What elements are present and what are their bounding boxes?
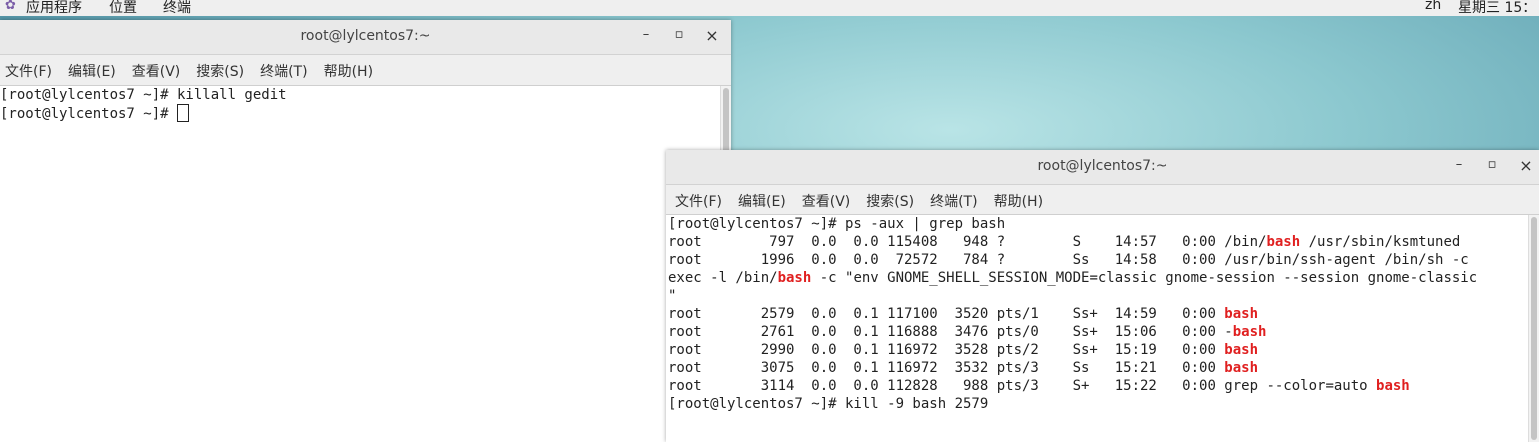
terminal-text: exec -l /bin/ xyxy=(668,270,778,286)
menu-terminal[interactable]: 终端(T) xyxy=(260,61,307,81)
terminal-text: " xyxy=(668,288,677,304)
terminal-line: root 797 0.0 0.0 115408 948 ? S 14:57 0:… xyxy=(668,233,1528,251)
terminal-line: root 3114 0.0 0.0 112828 988 pts/3 S+ 15… xyxy=(668,377,1528,395)
places-menu[interactable]: 位置 xyxy=(109,0,137,16)
window-title: root@lylcentos7:~ xyxy=(300,28,431,44)
window-title: root@lylcentos7:~ xyxy=(1037,158,1168,174)
terminal-text: -c "env GNOME_SHELL_SESSION_MODE=classic… xyxy=(811,270,1478,286)
menu-view[interactable]: 查看(V) xyxy=(802,191,851,211)
menu-edit[interactable]: 编辑(E) xyxy=(68,61,116,81)
terminal-window-back[interactable]: root@lylcentos7:~ – ▫ × 文件(F) 编辑(E) 查看(V) 搜… xyxy=(0,20,731,442)
menu-edit[interactable]: 编辑(E) xyxy=(738,191,786,211)
scrollbar-thumb[interactable] xyxy=(1531,217,1537,440)
grep-match-highlight: bash xyxy=(777,270,812,286)
terminal-line: root 2761 0.0 0.1 116888 3476 pts/0 Ss+ … xyxy=(668,323,1528,341)
terminal-window-front[interactable]: root@lylcentos7:~ – ▫ × 文件(F) 编辑(E) 查看(V) 搜… xyxy=(666,150,1539,442)
menu-terminal[interactable]: 终端(T) xyxy=(930,191,977,211)
menu-search[interactable]: 搜索(S) xyxy=(196,61,244,81)
minimize-icon[interactable]: – xyxy=(638,27,654,42)
terminal-line: [root@lylcentos7 ~]# kill -9 bash 2579 xyxy=(668,395,1528,413)
menu-file[interactable]: 文件(F) xyxy=(5,61,52,81)
grep-match-highlight: bash xyxy=(1266,234,1301,250)
terminal-output[interactable]: [root@lylcentos7 ~]# ps -aux | grep bash… xyxy=(668,215,1528,442)
terminal-line: [root@lylcentos7 ~]# ps -aux | grep bash xyxy=(668,215,1528,233)
text-cursor xyxy=(177,104,190,122)
scrollbar[interactable] xyxy=(1528,215,1539,442)
menu-view[interactable]: 查看(V) xyxy=(132,61,181,81)
terminal-text: /usr/sbin/ksmtuned xyxy=(1300,234,1461,250)
terminal-line: [root@lylcentos7 ~]# killall gedit xyxy=(0,87,287,103)
terminal-output[interactable]: [root@lylcentos7 ~]# killall gedit [root… xyxy=(0,86,720,442)
terminal-text: root 3075 0.0 0.1 116972 3532 pts/3 Ss 1… xyxy=(668,360,1225,376)
terminal-text: root 797 0.0 0.0 115408 948 ? S 14:57 0:… xyxy=(668,234,1267,250)
window-titlebar[interactable]: root@lylcentos7:~ – ▫ × xyxy=(666,150,1539,185)
grep-match-highlight: bash xyxy=(1224,342,1259,358)
grep-match-highlight: bash xyxy=(1376,378,1410,394)
terminal-text: root 2579 0.0 0.1 117100 3520 pts/1 Ss+ … xyxy=(668,306,1225,322)
menu-bar: 文件(F) 编辑(E) 查看(V) 搜索(S) 终端(T) 帮助(H) xyxy=(0,55,731,86)
menu-help[interactable]: 帮助(H) xyxy=(994,191,1043,211)
menu-bar: 文件(F) 编辑(E) 查看(V) 搜索(S) 终端(T) 帮助(H) xyxy=(666,185,1539,215)
maximize-icon[interactable]: ▫ xyxy=(671,27,687,42)
menu-file[interactable]: 文件(F) xyxy=(675,191,722,211)
grep-match-highlight: bash xyxy=(1232,324,1267,340)
terminal-line: root 3075 0.0 0.1 116972 3532 pts/3 Ss 1… xyxy=(668,359,1528,377)
menu-help[interactable]: 帮助(H) xyxy=(324,61,373,81)
terminal-app-menu[interactable]: 终端 xyxy=(163,0,191,16)
terminal-line: " xyxy=(668,287,1528,305)
terminal-text: [root@lylcentos7 ~]# ps -aux | grep bash xyxy=(668,216,1006,232)
terminal-prompt-line: [root@lylcentos7 ~]# xyxy=(0,104,720,122)
terminal-text: root 3114 0.0 0.0 112828 988 pts/3 S+ 15… xyxy=(668,378,1377,394)
top-panel: ✿ 应用程序 位置 终端 zh 星期三 15： xyxy=(0,0,1539,16)
close-icon[interactable]: × xyxy=(1518,156,1534,175)
apps-icon[interactable]: ✿ xyxy=(5,0,21,13)
minimize-icon[interactable]: – xyxy=(1451,157,1467,172)
terminal-text: root 2761 0.0 0.1 116888 3476 pts/0 Ss+ … xyxy=(668,324,1233,340)
terminal-line: root 2579 0.0 0.1 117100 3520 pts/1 Ss+ … xyxy=(668,305,1528,323)
terminal-line: root 1996 0.0 0.0 72572 784 ? Ss 14:58 0… xyxy=(668,251,1528,269)
terminal-prompt: [root@lylcentos7 ~]# xyxy=(0,106,178,122)
clock[interactable]: 星期三 15： xyxy=(1458,0,1536,16)
grep-match-highlight: bash xyxy=(1224,306,1259,322)
maximize-icon[interactable]: ▫ xyxy=(1484,157,1500,172)
terminal-line: root 2990 0.0 0.1 116972 3528 pts/2 Ss+ … xyxy=(668,341,1528,359)
menu-search[interactable]: 搜索(S) xyxy=(866,191,914,211)
grep-match-highlight: bash xyxy=(1224,360,1259,376)
terminal-text: [root@lylcentos7 ~]# kill -9 bash 2579 xyxy=(668,396,989,412)
terminal-text: root 2990 0.0 0.1 116972 3528 pts/2 Ss+ … xyxy=(668,342,1225,358)
terminal-line: exec -l /bin/bash -c "env GNOME_SHELL_SE… xyxy=(668,269,1528,287)
close-icon[interactable]: × xyxy=(704,26,720,45)
terminal-text: root 1996 0.0 0.0 72572 784 ? Ss 14:58 0… xyxy=(668,252,1469,268)
window-titlebar[interactable]: root@lylcentos7:~ – ▫ × xyxy=(0,20,731,55)
applications-menu[interactable]: 应用程序 xyxy=(26,0,82,16)
input-method-indicator[interactable]: zh xyxy=(1425,0,1441,13)
